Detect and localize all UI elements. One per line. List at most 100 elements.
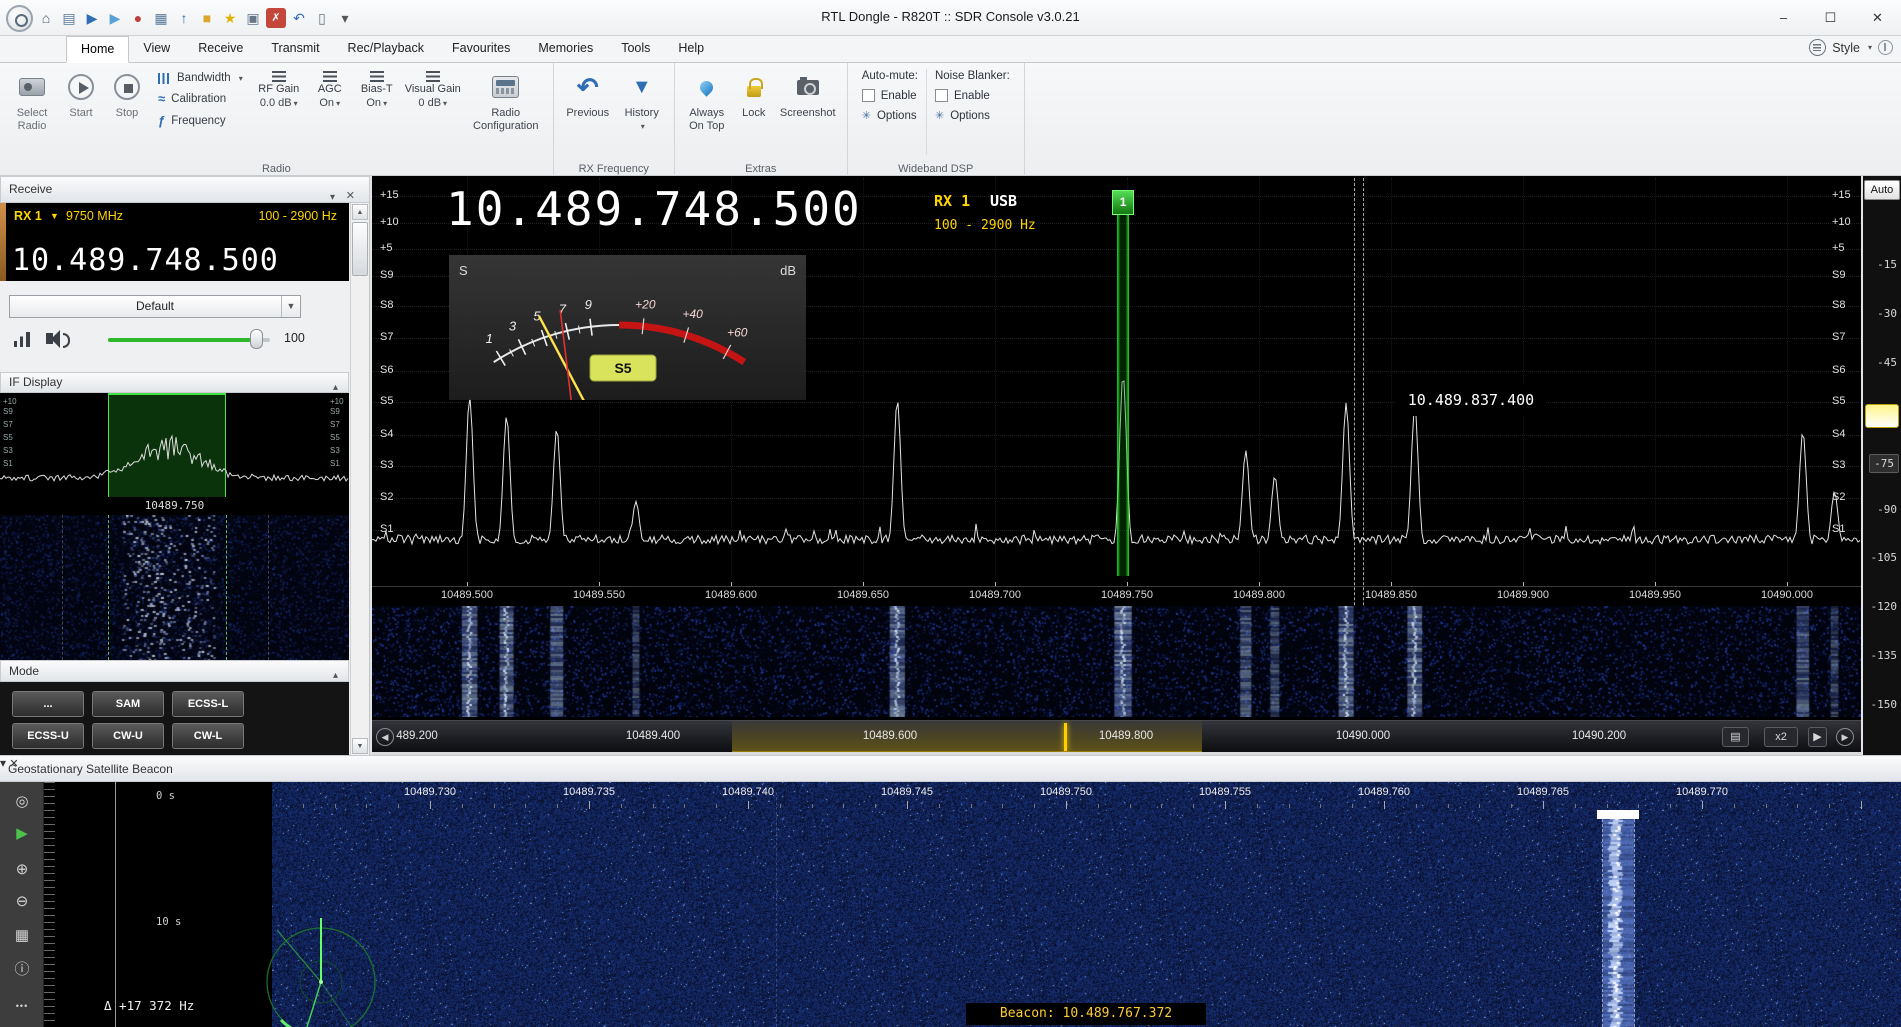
volume-thumb[interactable] xyxy=(250,329,263,349)
calibration-button[interactable]: ≈ Calibration xyxy=(154,90,247,107)
layout-menu-icon[interactable] xyxy=(1809,39,1826,56)
scroll-right-icon[interactable]: ▶ xyxy=(1808,727,1827,747)
minimize-button[interactable]: – xyxy=(1760,0,1807,35)
playback-icon[interactable]: ▶ xyxy=(105,8,125,28)
panels-icon[interactable]: ▤ xyxy=(59,8,79,28)
collapse-icon[interactable]: ▾ xyxy=(0,756,6,770)
zoom-in-icon[interactable]: ⊕ xyxy=(10,858,34,882)
radio-configuration-button[interactable]: Radio Configuration xyxy=(465,65,547,159)
camera-icon[interactable]: ▣ xyxy=(243,8,263,28)
main-waterfall[interactable] xyxy=(372,606,1861,717)
chevron-down-icon[interactable]: ▼ xyxy=(50,211,59,221)
bias-t-button[interactable]: Bias-T On▾ xyxy=(353,65,401,159)
previous-button[interactable]: ↶ Previous xyxy=(560,65,616,159)
auto-range-button[interactable]: Auto xyxy=(1864,180,1900,200)
scroll-up-icon[interactable]: ▲ xyxy=(352,204,368,220)
play-icon[interactable]: ▶ xyxy=(10,822,34,846)
always-on-top-button[interactable]: Always On Top xyxy=(681,65,733,159)
mode-button-cw-l[interactable]: CW-L xyxy=(172,723,244,749)
rx-frequency-readout[interactable]: 10.489.748.500 xyxy=(12,243,279,278)
tab-transmit[interactable]: Transmit xyxy=(257,36,333,63)
checkbox-icon[interactable] xyxy=(935,89,948,102)
rf-gain-button[interactable]: RF Gain 0.0 dB▾ xyxy=(251,65,307,159)
style-label[interactable]: Style xyxy=(1832,41,1860,55)
scrollbar-thumb[interactable] xyxy=(352,222,368,276)
main-spectrum[interactable]: 1 +15+10+5S9S8S7S6S5S4S3S2S1+15+10+5S9S8… xyxy=(372,176,1861,755)
mode-button-ecss-u[interactable]: ECSS-U xyxy=(12,723,84,749)
screenshot-button[interactable]: Screenshot xyxy=(775,65,841,159)
tab-favourites[interactable]: Favourites xyxy=(438,36,524,63)
volume-slider[interactable] xyxy=(108,338,270,342)
bandwidth-button[interactable]: Bandwidth ▾ xyxy=(154,71,247,85)
favourite-icon[interactable]: ★ xyxy=(220,8,240,28)
panel-scrollbar[interactable]: ▲ ▼ xyxy=(350,203,368,755)
frequency-scale-bar[interactable]: 489.200 10489.400 10489.600 10489.800 10… xyxy=(372,720,1861,752)
visual-gain-button[interactable]: Visual Gain 0 dB▾ xyxy=(401,65,465,159)
select-radio-button[interactable]: Select Radio xyxy=(6,65,58,159)
tab-rec-playback[interactable]: Rec/Playback xyxy=(334,36,438,63)
main-frequency-readout[interactable]: 10.489.748.500 xyxy=(446,182,862,236)
chevron-down-icon[interactable]: ▼ xyxy=(281,296,300,317)
tick xyxy=(1797,804,1798,808)
zoom-x2-button[interactable]: x2 xyxy=(1764,727,1798,747)
more-icon[interactable]: ••• xyxy=(10,994,34,1018)
rx-marker-tab[interactable]: 1 xyxy=(1112,190,1134,215)
info-icon[interactable]: ⓘ xyxy=(10,958,34,982)
if-waterfall[interactable] xyxy=(0,515,349,660)
ref-level-thumb[interactable] xyxy=(1865,404,1899,428)
auto-mute-enable[interactable]: Enable xyxy=(862,89,918,102)
rx-label[interactable]: RX 1 xyxy=(14,209,42,223)
save-icon[interactable]: ▦ xyxy=(10,924,34,948)
film-icon[interactable]: ▤ xyxy=(1722,727,1749,747)
levels-icon[interactable] xyxy=(14,332,30,347)
mode-button-ecss-l[interactable]: ECSS-L xyxy=(172,691,244,717)
noise-blanker-enable[interactable]: Enable xyxy=(935,89,1010,102)
beacon-waterfall[interactable] xyxy=(272,782,1901,1027)
chevron-down-icon[interactable]: ▾ xyxy=(1868,43,1872,52)
mode-button--[interactable]: ... xyxy=(12,691,84,717)
close-button[interactable]: ✕ xyxy=(1854,0,1901,35)
stop-button[interactable]: Stop xyxy=(104,65,150,159)
if-waterfall-canvas[interactable] xyxy=(0,515,349,660)
speaker-icon[interactable] xyxy=(46,333,53,344)
folder-icon[interactable]: ■ xyxy=(197,8,217,28)
tab-home[interactable]: Home xyxy=(66,36,129,63)
page-right-icon[interactable]: ▶ xyxy=(1836,728,1854,746)
maximize-button[interactable]: ☐ xyxy=(1807,0,1854,35)
agc-button[interactable]: AGC On▾ xyxy=(307,65,353,159)
mode-button-sam[interactable]: SAM xyxy=(92,691,164,717)
scroll-down-icon[interactable]: ▼ xyxy=(352,738,368,754)
lock-button[interactable]: Lock xyxy=(733,65,775,159)
toolbar-chevron-icon[interactable]: ▾ xyxy=(335,8,355,28)
mode-section: ... SAM ECSS-L ECSS-U CW-U CW-L xyxy=(0,682,349,755)
upload-icon[interactable]: ↑ xyxy=(174,8,194,28)
auto-mute-options-button[interactable]: ✳ Options xyxy=(862,109,918,122)
start-button[interactable]: Start xyxy=(58,65,104,159)
tab-receive[interactable]: Receive xyxy=(184,36,257,63)
app-logo-icon[interactable] xyxy=(6,5,33,32)
save-icon[interactable]: ▦ xyxy=(151,8,171,28)
tab-view[interactable]: View xyxy=(129,36,184,63)
pin-icon[interactable] xyxy=(1878,40,1893,55)
window-icon[interactable]: ▯ xyxy=(312,8,332,28)
history-button[interactable]: ▼ History ▾ xyxy=(616,65,668,159)
if-spectrum[interactable]: +10S9S7S5S3S1+10S9S7S5S3S1 xyxy=(0,393,349,497)
tab-memories[interactable]: Memories xyxy=(524,36,607,63)
tab-tools[interactable]: Tools xyxy=(607,36,664,63)
mode-button-cw-u[interactable]: CW-U xyxy=(92,723,164,749)
page-left-icon[interactable]: ◀ xyxy=(376,728,394,746)
zoom-out-icon[interactable]: ⊖ xyxy=(10,890,34,914)
tab-help[interactable]: Help xyxy=(664,36,718,63)
delete-icon[interactable]: ✗ xyxy=(266,8,286,28)
home-icon[interactable]: ⌂ xyxy=(36,8,56,28)
rx-marker-band[interactable] xyxy=(1117,190,1129,576)
frequency-button[interactable]: ƒ Frequency xyxy=(154,112,247,129)
record-icon[interactable]: ● xyxy=(128,8,148,28)
noise-blanker-options-button[interactable]: ✳ Options xyxy=(935,109,1010,122)
preset-dropdown[interactable]: Default ▼ xyxy=(9,295,301,318)
checkbox-icon[interactable] xyxy=(862,89,875,102)
play-icon[interactable]: ▶ xyxy=(82,8,102,28)
target-icon[interactable]: ◎ xyxy=(10,790,34,814)
undo-icon[interactable]: ↶ xyxy=(289,8,309,28)
docked-panel-edge[interactable] xyxy=(0,203,6,281)
